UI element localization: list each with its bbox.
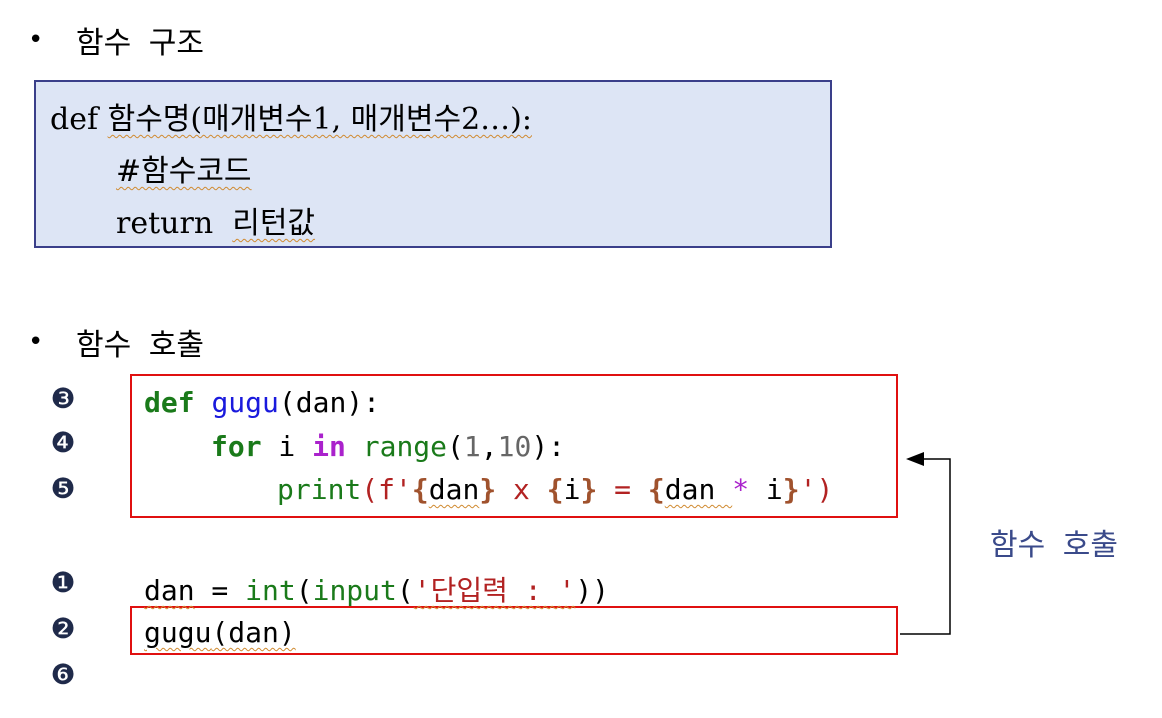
arrow-label: 함수 호출 (990, 528, 1118, 563)
arrow-head-icon (906, 452, 924, 466)
call-arrow (900, 452, 951, 635)
